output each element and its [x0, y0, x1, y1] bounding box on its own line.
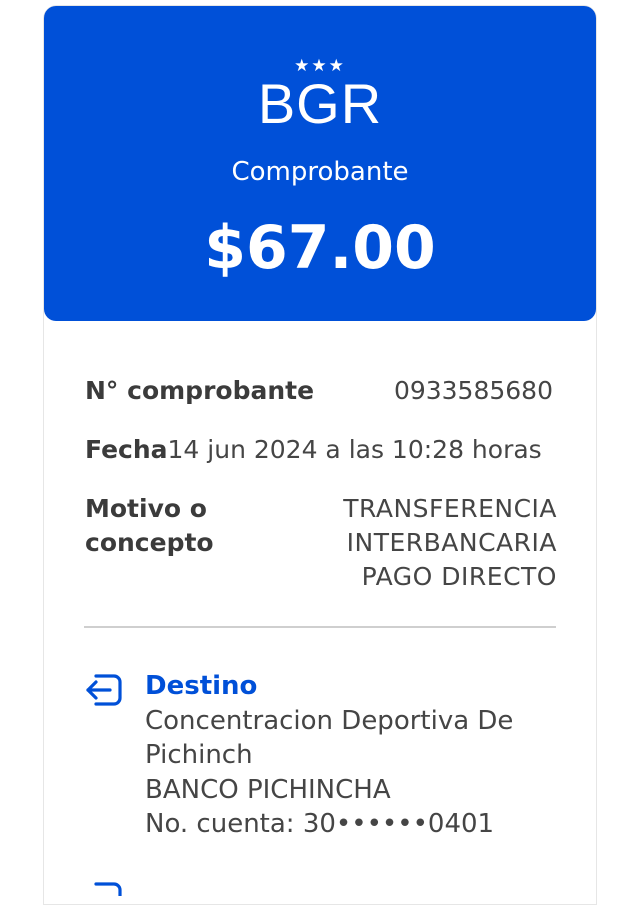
- receipt-subtitle: Comprobante: [231, 157, 409, 187]
- brand-logo: BGR: [257, 72, 383, 135]
- destination-bank: BANCO PICHINCHA: [145, 774, 391, 805]
- destination-name-cont: Pichinch: [145, 740, 253, 770]
- receipt-amount: $67.00: [204, 213, 436, 283]
- date-label: Fecha: [85, 435, 168, 464]
- receipt-number-row: N° comprobante 0933585680: [85, 374, 557, 408]
- destination-name: Concentracion Deportiva De: [145, 705, 514, 736]
- date-row: Fecha14 jun 2024 a las 10:28 horas: [85, 433, 557, 467]
- date-value: 14 jun 2024 a las 10:28 horas: [167, 435, 542, 464]
- receipt-number-value: 0933585680: [393, 376, 553, 405]
- destination-section: Destino Concentracion Deportiva De Pichi…: [145, 669, 575, 842]
- login-arrow-icon: [86, 674, 122, 706]
- destination-account: No. cuenta: 30••••••0401: [145, 809, 495, 839]
- reason-label: Motivo o concepto: [85, 494, 214, 557]
- origin-icon: [94, 882, 122, 896]
- destination-title: Destino: [145, 671, 258, 701]
- receipt-number-label: N° comprobante: [85, 376, 315, 405]
- section-divider: [84, 626, 556, 628]
- reason-value: TRANSFERENCIA INTERBANCARIA PAGO DIRECTO: [343, 494, 557, 591]
- receipt-header: ★★★ BGR Comprobante $67.00: [44, 6, 596, 321]
